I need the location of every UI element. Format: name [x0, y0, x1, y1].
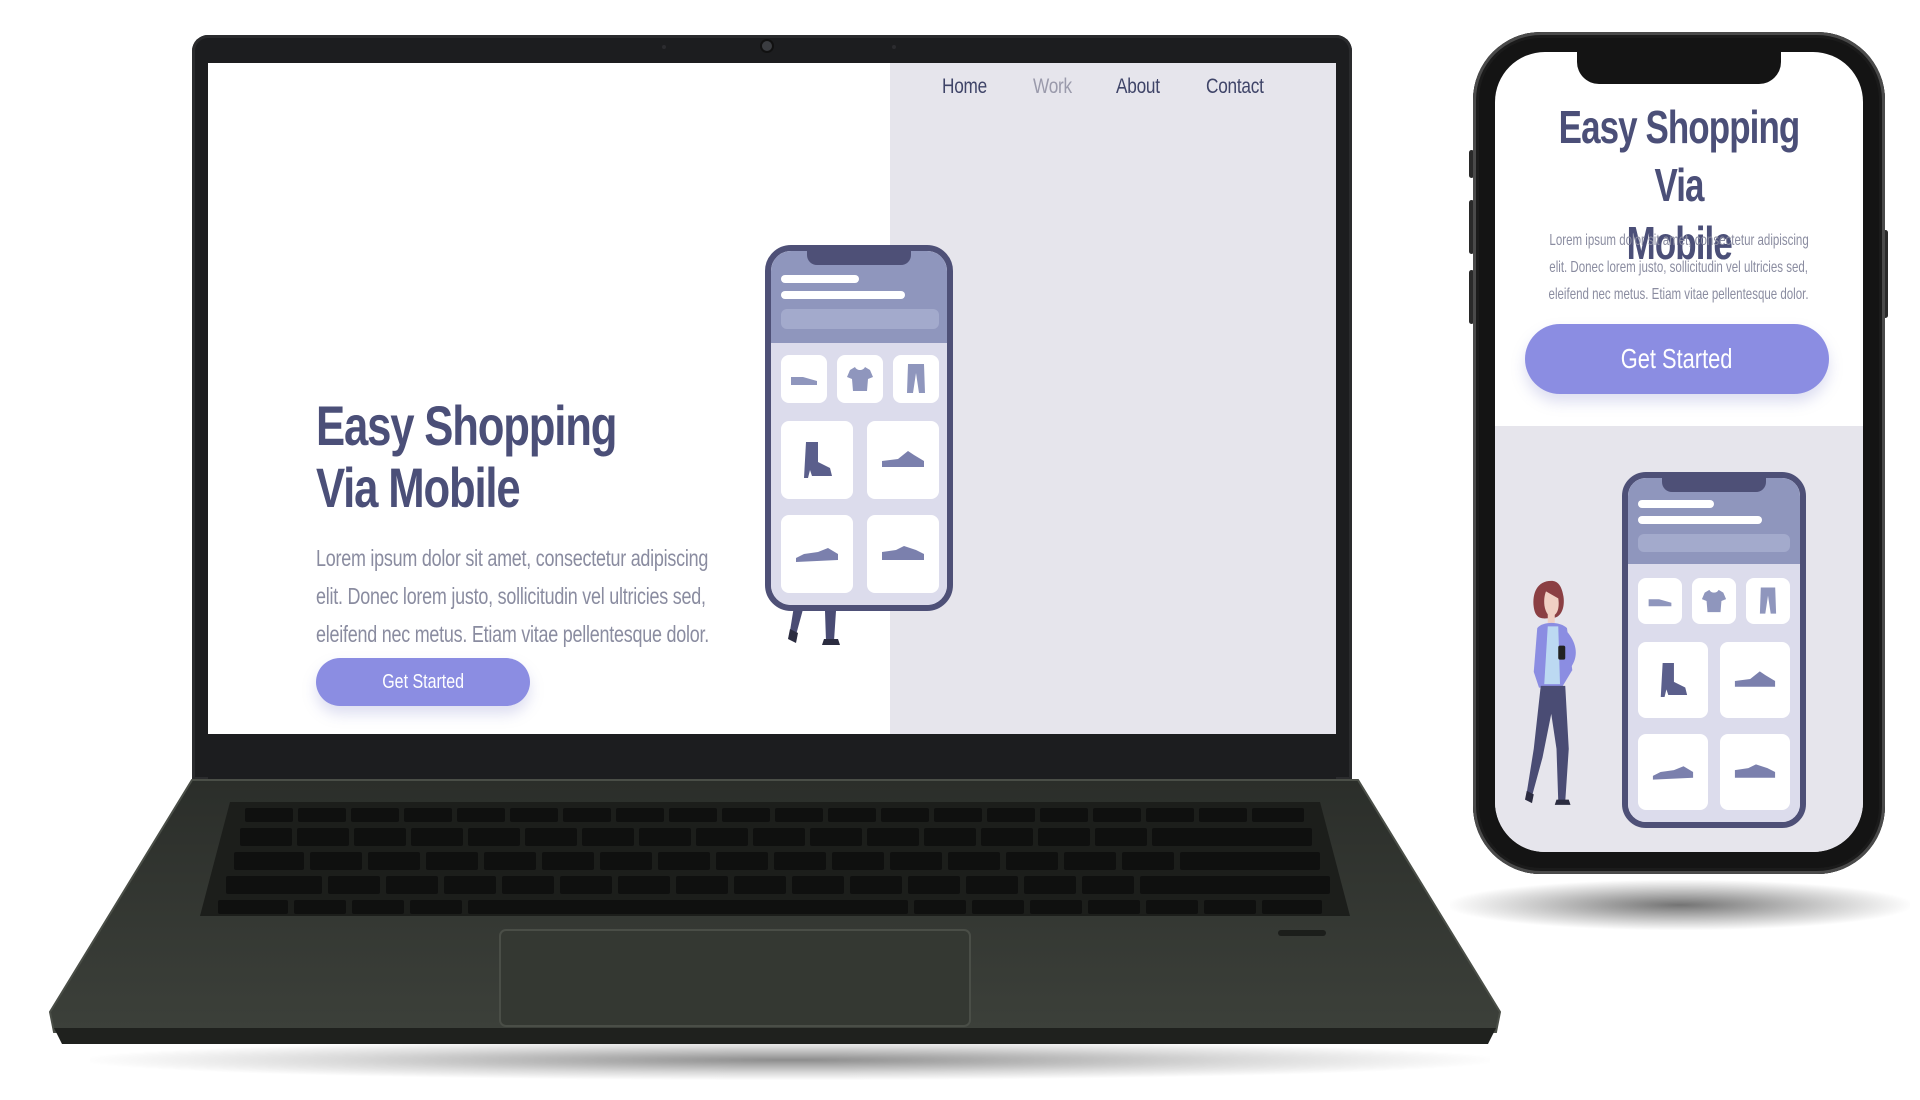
phone-screen: Easy Shopping Via Mobile Lorem ipsum dol…: [1495, 52, 1863, 852]
hero-text-line2: elit. Donec lorem justo, sollicitudin ve…: [316, 583, 706, 609]
sneaker-icon: [1638, 734, 1708, 810]
nav-work[interactable]: Work: [1033, 75, 1072, 99]
sneaker-icon: [867, 515, 939, 593]
sneaker-icon: [781, 515, 853, 593]
mobile-text-line1: Lorem ipsum dolor sit amet, consectetur …: [1549, 232, 1809, 249]
hero-title-line1: Easy Shopping: [316, 394, 617, 457]
nav-contact[interactable]: Contact: [1206, 75, 1264, 99]
hero-text-line1: Lorem ipsum dolor sit amet, consectetur …: [316, 545, 709, 571]
laptop-lid: Home Work About Contact Easy Shopping Vi…: [192, 35, 1352, 780]
hero-title: Easy Shopping Via Mobile: [316, 395, 675, 519]
main-nav: Home Work About Contact: [942, 75, 1276, 99]
boot-icon: [781, 421, 853, 499]
sneaker-icon: [1720, 734, 1790, 810]
mobile-get-started-button[interactable]: Get Started: [1525, 324, 1829, 394]
laptop-keyboard-deck: [48, 779, 1502, 1044]
nav-home[interactable]: Home: [942, 75, 987, 99]
illustration-phone: [1622, 472, 1806, 828]
flat-shoe-icon: [781, 355, 827, 403]
hero-description: Lorem ipsum dolor sit amet, consectetur …: [316, 539, 737, 653]
mobile-hero-description: Lorem ipsum dolor sit amet, consectetur …: [1495, 227, 1863, 308]
pants-icon: [893, 355, 939, 403]
illustration-phone: [765, 245, 953, 611]
hero-text-line3: eleifend nec metus. Etiam vitae pellente…: [316, 621, 709, 647]
sneaker-icon: [867, 421, 939, 499]
t-shirt-icon: [1692, 578, 1736, 624]
t-shirt-icon: [837, 355, 883, 403]
mobile-get-started-label: Get Started: [1621, 343, 1733, 374]
webcam: [762, 41, 772, 51]
mobile-title-line1: Easy Shopping Via: [1558, 101, 1801, 211]
sneaker-icon: [1720, 642, 1790, 718]
sensor-dot: [662, 45, 666, 49]
laptop-bezel-bottom: [208, 734, 1336, 780]
phone-shadow: [1450, 880, 1910, 930]
hero-title-line2: Via Mobile: [316, 456, 521, 519]
get-started-label: Get Started: [382, 670, 464, 693]
mobile-text-line2: elit. Donec lorem justo, sollicitudin ve…: [1549, 259, 1809, 276]
nav-about[interactable]: About: [1116, 75, 1160, 99]
pants-icon: [1746, 578, 1790, 624]
hero-illustration-panel: [890, 63, 1336, 734]
get-started-button[interactable]: Get Started: [316, 658, 530, 706]
mobile-text-line3: eleifend nec metus. Etiam vitae pellente…: [1548, 286, 1809, 303]
laptop-screen: Home Work About Contact Easy Shopping Vi…: [208, 63, 1336, 734]
phone-notch: [1577, 50, 1781, 84]
boot-icon: [1638, 642, 1708, 718]
flat-shoe-icon: [1638, 578, 1682, 624]
woman-figure: [1525, 580, 1576, 805]
sensor-dot: [892, 45, 896, 49]
